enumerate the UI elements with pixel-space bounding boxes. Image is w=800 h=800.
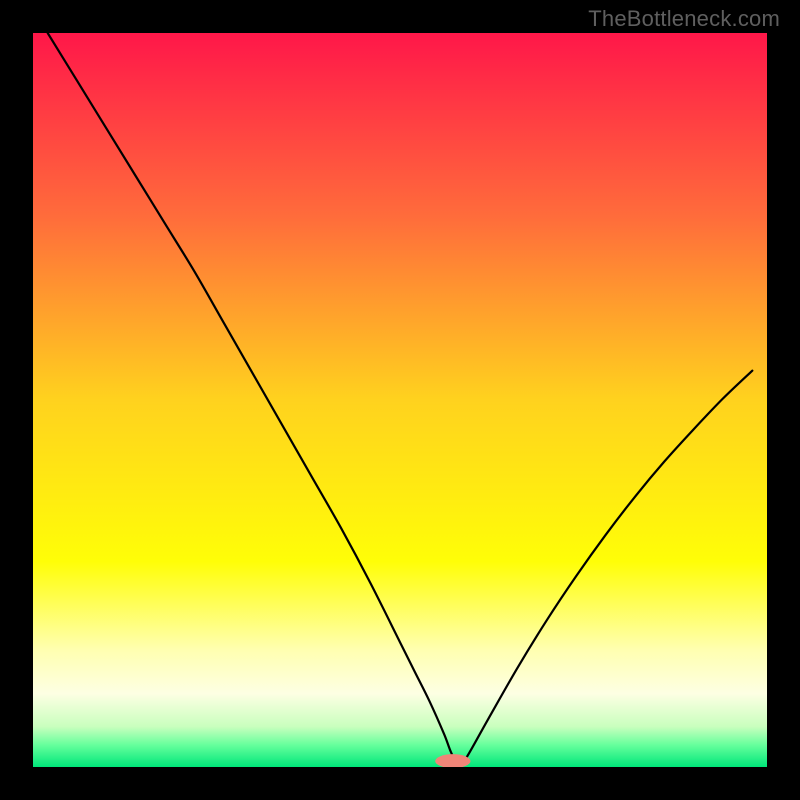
- watermark-text: TheBottleneck.com: [588, 6, 780, 32]
- plot-background: [33, 33, 767, 767]
- plot-area: [33, 33, 767, 767]
- plot-svg: [33, 33, 767, 767]
- chart-frame: TheBottleneck.com: [0, 0, 800, 800]
